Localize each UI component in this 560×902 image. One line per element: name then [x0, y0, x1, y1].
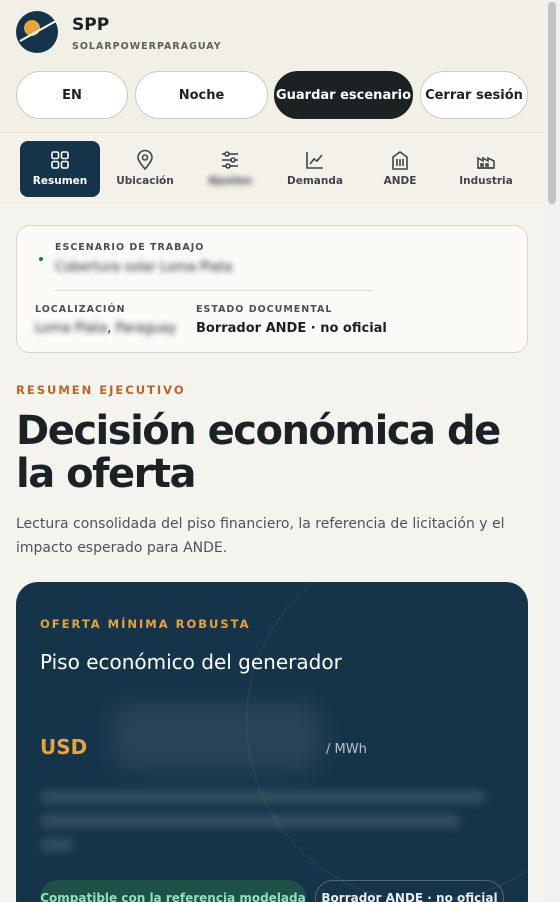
tab-label: Resumen — [32, 175, 88, 187]
tab-industria[interactable]: Industria — [446, 141, 526, 197]
sun-logo-icon — [16, 11, 58, 53]
hero-title: Piso económico del generador — [40, 650, 342, 674]
currency-label: USD — [40, 735, 88, 759]
hero-eyebrow: OFERTA MÍNIMA ROBUSTA — [40, 617, 251, 631]
location-label: LOCALIZACIÓN — [35, 304, 126, 315]
location-country: Paraguay — [115, 321, 177, 336]
building-icon — [392, 151, 408, 170]
status-value: Borrador ANDE · no oficial — [196, 321, 387, 336]
scenario-label: ESCENARIO DE TRABAJO — [55, 242, 205, 253]
scenario-card: ESCENARIO DE TRABAJO Cobertura solar Lom… — [16, 225, 528, 353]
compatible-badge: Compatible con la referencia modelada — [40, 880, 306, 902]
tab-demanda[interactable]: Demanda — [275, 141, 355, 197]
scrollbar-thumb[interactable] — [548, 2, 556, 204]
unit-label: / MWh — [326, 742, 367, 757]
brand-name: SPP — [72, 15, 110, 35]
status-dot — [39, 257, 43, 261]
save-scenario-button[interactable]: Guardar escenario — [274, 71, 413, 119]
location-value: Loma Plata, Paraguay — [35, 321, 177, 336]
hero-text-redacted — [40, 814, 460, 828]
section-tabs: Resumen Ubicación Ajustes Demanda ANDE I… — [0, 132, 544, 204]
page-lead: Lectura consolidada del piso financiero,… — [16, 516, 505, 556]
location-pin-icon — [137, 149, 153, 171]
section-eyebrow: RESUMEN EJECUTIVO — [16, 383, 186, 397]
brand-subtitle: SOLARPOWERPARAGUAY — [72, 41, 222, 52]
status-badge: Borrador ANDE · no oficial — [315, 880, 504, 902]
app-header: SPP SOLARPOWERPARAGUAY EN Noche Guardar … — [0, 0, 544, 204]
offer-hero-card: OFERTA MÍNIMA ROBUSTA Piso económico del… — [16, 582, 528, 902]
location-place: Loma Plata — [35, 321, 108, 336]
page-title: Decisión económica de la oferta — [16, 408, 501, 497]
tab-label: Ajustes — [208, 175, 252, 187]
hero-text-redacted — [40, 838, 74, 852]
theme-toggle-button[interactable]: Noche — [135, 71, 268, 119]
tab-label: Ubicación — [116, 175, 174, 187]
price-value-redacted — [112, 702, 322, 772]
scenario-value: Cobertura solar Loma Plata — [55, 260, 233, 275]
divider — [55, 290, 373, 291]
tab-label: ANDE — [383, 175, 417, 187]
language-button[interactable]: EN — [16, 71, 128, 119]
tab-resumen[interactable]: Resumen — [20, 141, 100, 197]
sliders-icon — [222, 151, 238, 169]
logout-button[interactable]: Cerrar sesión — [420, 71, 528, 119]
hero-text-redacted — [40, 790, 486, 804]
factory-icon — [477, 156, 495, 169]
grid-icon — [51, 151, 69, 169]
tab-ubicacion[interactable]: Ubicación — [105, 141, 185, 197]
line-chart-icon — [306, 152, 323, 169]
tab-ajustes[interactable]: Ajustes — [190, 141, 270, 197]
tab-ande[interactable]: ANDE — [360, 141, 440, 197]
tab-label: Demanda — [287, 175, 343, 187]
tab-label: Industria — [459, 175, 513, 187]
status-label: ESTADO DOCUMENTAL — [196, 304, 333, 315]
